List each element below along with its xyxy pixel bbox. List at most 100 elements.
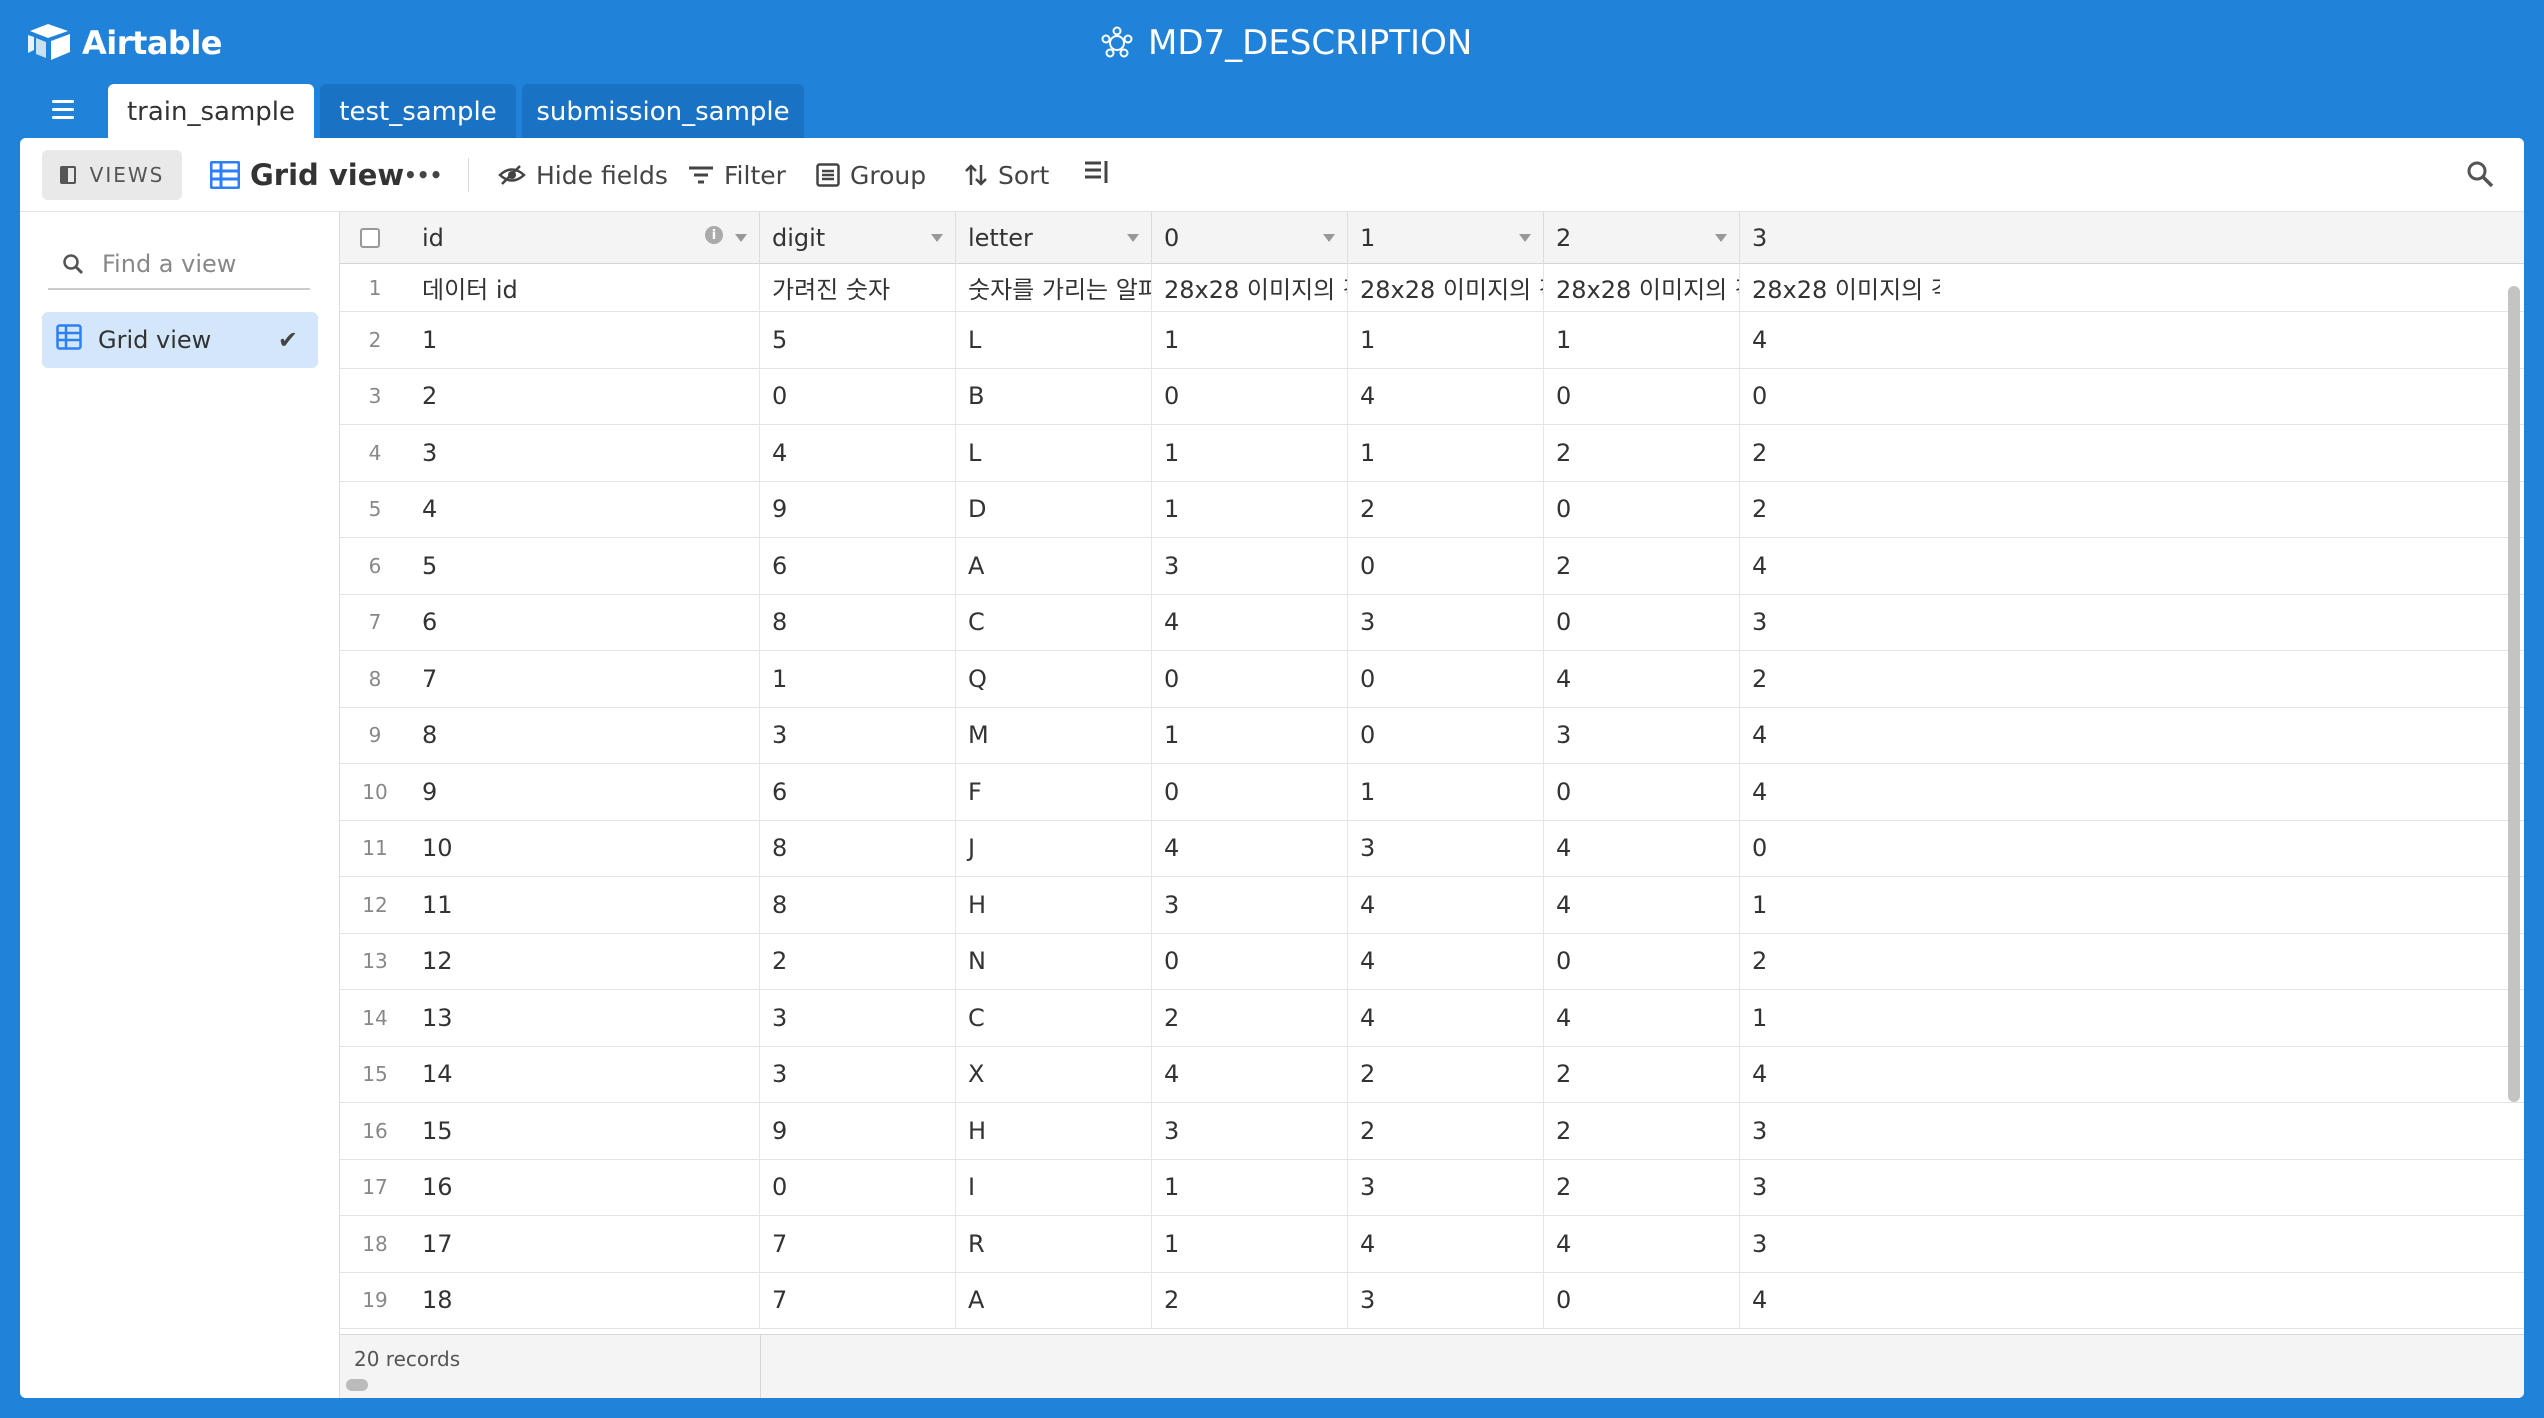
cell-1[interactable]: 0 xyxy=(1348,707,1544,763)
cell-1[interactable]: 3 xyxy=(1348,1272,1544,1328)
cell-0[interactable]: 28x28 이미지의 각 픽셀 값 xyxy=(1152,264,1348,311)
cell-2[interactable]: 2 xyxy=(1544,1046,1740,1102)
cell-0[interactable]: 4 xyxy=(1152,594,1348,650)
cell-3[interactable]: 1 xyxy=(1740,990,1940,1046)
cell-0[interactable]: 3 xyxy=(1152,877,1348,933)
table-row[interactable]: 434L1122 xyxy=(340,425,2524,482)
cell-2[interactable]: 2 xyxy=(1544,425,1740,481)
cell-id[interactable]: 7 xyxy=(410,651,760,707)
cell-2[interactable]: 4 xyxy=(1544,651,1740,707)
cell-0[interactable]: 1 xyxy=(1152,707,1348,763)
table-row[interactable]: 871Q0042 xyxy=(340,651,2524,708)
cell-1[interactable]: 4 xyxy=(1348,933,1544,989)
cell-1[interactable]: 4 xyxy=(1348,368,1544,424)
cell-2[interactable]: 0 xyxy=(1544,368,1740,424)
cell-3[interactable]: 3 xyxy=(1740,1216,1940,1272)
cell-2[interactable]: 28x28 이미지의 각 픽셀 값 xyxy=(1544,264,1740,311)
cell-3[interactable]: 2 xyxy=(1740,482,1940,538)
cell-3[interactable]: 4 xyxy=(1740,708,1940,764)
cell-2[interactable]: 0 xyxy=(1544,1272,1740,1328)
cell-0[interactable]: 1 xyxy=(1152,1216,1348,1272)
table-row[interactable]: 14 13 3 C 2 4 4 1 xyxy=(340,990,2524,1047)
cell-letter[interactable]: H xyxy=(956,1103,1152,1159)
cell-id[interactable]: 14 xyxy=(410,1046,760,1102)
cell-3[interactable]: 4 xyxy=(1740,764,1940,820)
filter-button[interactable]: Filter xyxy=(688,138,786,212)
cell-letter[interactable]: B xyxy=(956,368,1152,424)
chevron-down-icon[interactable] xyxy=(1715,234,1727,242)
cell-3[interactable]: 28x28 이미지의 각 픽셀 값 xyxy=(1740,264,1940,311)
cell-digit[interactable]: 0 xyxy=(760,368,956,424)
cell-1[interactable]: 0 xyxy=(1348,538,1544,594)
cell-letter[interactable]: L xyxy=(956,312,1152,368)
cell-digit[interactable]: 3 xyxy=(760,990,956,1046)
cell-digit[interactable]: 6 xyxy=(760,538,956,594)
cell-3[interactable]: 4 xyxy=(1740,1273,1940,1329)
cell-1[interactable]: 2 xyxy=(1348,481,1544,537)
cell-letter[interactable]: L xyxy=(956,425,1152,481)
cell-id[interactable]: 4 xyxy=(410,481,760,537)
column-header-letter[interactable]: letter xyxy=(956,212,1152,264)
cell-letter[interactable]: D xyxy=(956,481,1152,537)
vertical-scrollbar[interactable] xyxy=(2508,286,2520,1102)
cell-digit[interactable]: 9 xyxy=(760,1103,956,1159)
cell-digit[interactable]: 2 xyxy=(760,933,956,989)
table-row[interactable]: 12 11 8 H 3 4 4 1 xyxy=(340,877,2524,934)
column-header-1[interactable]: 1 xyxy=(1348,212,1544,264)
view-more-button[interactable]: ••• xyxy=(404,138,442,212)
table-row[interactable]: 656A3024 xyxy=(340,538,2524,595)
cell-0[interactable]: 2 xyxy=(1152,990,1348,1046)
table-row[interactable]: 11 10 8 J 4 3 4 0 xyxy=(340,820,2524,877)
select-all-checkbox[interactable] xyxy=(360,228,380,248)
cell-digit[interactable]: 6 xyxy=(760,764,956,820)
table-row[interactable]: 1데이터 id가려진 숫자숫자를 가리는 알파벳28x28 이미지의 각 픽셀 … xyxy=(340,264,2524,312)
cell-letter[interactable]: N xyxy=(956,933,1152,989)
cell-1[interactable]: 4 xyxy=(1348,877,1544,933)
cell-id[interactable]: 13 xyxy=(410,990,760,1046)
cell-digit[interactable]: 8 xyxy=(760,594,956,650)
chevron-down-icon[interactable] xyxy=(735,234,747,242)
group-button[interactable]: Group xyxy=(816,138,926,212)
cell-2[interactable]: 4 xyxy=(1544,990,1740,1046)
cell-0[interactable]: 0 xyxy=(1152,933,1348,989)
cell-2[interactable]: 4 xyxy=(1544,877,1740,933)
table-row[interactable]: 983M1034 xyxy=(340,707,2524,764)
cell-letter[interactable]: F xyxy=(956,764,1152,820)
cell-0[interactable]: 0 xyxy=(1152,651,1348,707)
column-header-0[interactable]: 0 xyxy=(1152,212,1348,264)
table-row[interactable]: 18 17 7 R 1 4 4 3 xyxy=(340,1216,2524,1273)
cell-3[interactable]: 0 xyxy=(1740,821,1940,877)
cell-digit[interactable]: 5 xyxy=(760,312,956,368)
cell-3[interactable]: 3 xyxy=(1740,1103,1940,1159)
cell-id[interactable]: 3 xyxy=(410,425,760,481)
cell-id[interactable]: 1 xyxy=(410,312,760,368)
cell-3[interactable]: 2 xyxy=(1740,934,1940,990)
menu-icon[interactable] xyxy=(52,100,78,122)
cell-0[interactable]: 0 xyxy=(1152,368,1348,424)
cell-digit[interactable]: 7 xyxy=(760,1272,956,1328)
cell-3[interactable]: 2 xyxy=(1740,425,1940,481)
cell-2[interactable]: 2 xyxy=(1544,538,1740,594)
cell-digit[interactable]: 가려진 숫자 xyxy=(760,264,956,311)
table-row[interactable]: 16 15 9 H 3 2 2 3 xyxy=(340,1103,2524,1160)
cell-3[interactable]: 2 xyxy=(1740,651,1940,707)
horizontal-scrollbar[interactable] xyxy=(346,1379,368,1391)
cell-id[interactable]: 데이터 id xyxy=(410,264,760,311)
cell-letter[interactable]: H xyxy=(956,877,1152,933)
cell-1[interactable]: 2 xyxy=(1348,1046,1544,1102)
cell-id[interactable]: 8 xyxy=(410,707,760,763)
cell-letter[interactable]: M xyxy=(956,707,1152,763)
cell-digit[interactable]: 1 xyxy=(760,651,956,707)
cell-2[interactable]: 4 xyxy=(1544,820,1740,876)
column-header-digit[interactable]: digit xyxy=(760,212,956,264)
view-switcher[interactable]: Grid view xyxy=(210,138,404,212)
chevron-down-icon[interactable] xyxy=(1127,234,1139,242)
cell-letter[interactable]: R xyxy=(956,1216,1152,1272)
cell-id[interactable]: 11 xyxy=(410,877,760,933)
cell-1[interactable]: 3 xyxy=(1348,594,1544,650)
column-header-3[interactable]: 3 xyxy=(1740,212,1940,264)
cell-1[interactable]: 3 xyxy=(1348,1159,1544,1215)
airtable-logo[interactable]: Airtable xyxy=(26,22,222,64)
search-icon[interactable] xyxy=(2466,160,2494,192)
cell-1[interactable]: 4 xyxy=(1348,990,1544,1046)
